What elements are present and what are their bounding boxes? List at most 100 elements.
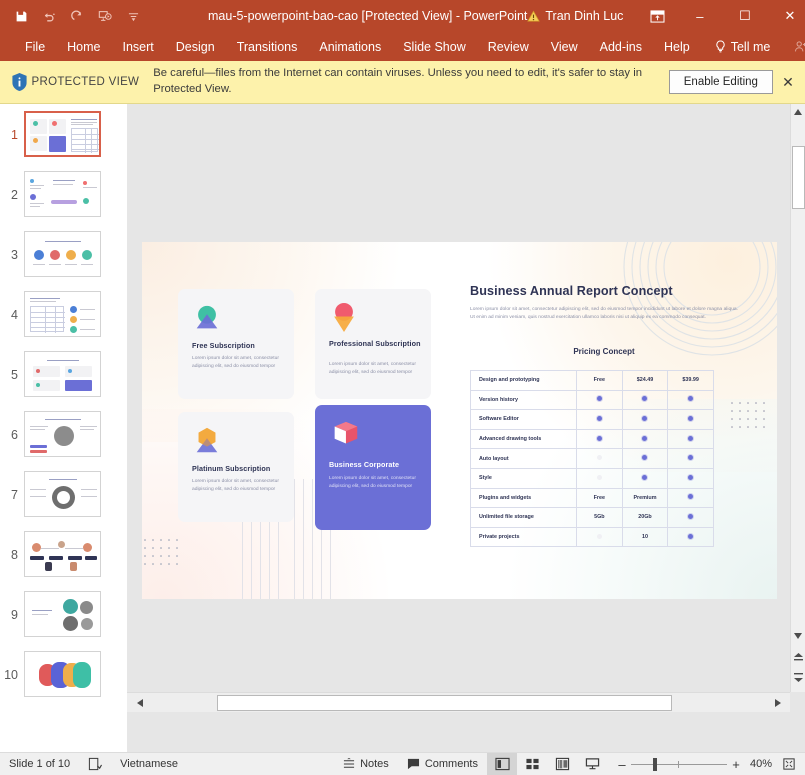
horizontal-scrollbar-thumb[interactable] [217, 695, 672, 711]
thumbnail-slide-4[interactable]: 4 [0, 284, 127, 344]
card-business-corporate[interactable]: Business Corporate Lorem ipsum dolor sit… [315, 405, 431, 530]
tell-me-search[interactable]: Tell me [701, 32, 782, 61]
header-tier-3999: $39.99 [668, 371, 714, 391]
table-row: Style [471, 468, 714, 488]
zoom-slider-handle[interactable] [653, 758, 657, 771]
thumbnail-slide-1[interactable]: 1 [0, 104, 127, 164]
save-button[interactable] [8, 4, 34, 28]
header-tier-2449: $24.49 [622, 371, 668, 391]
check-dot [642, 475, 647, 480]
row-cell: Free [577, 488, 623, 508]
accessibility-check-icon [88, 757, 102, 771]
close-button[interactable]: ✕ [767, 0, 805, 32]
check-dot [642, 396, 647, 401]
card-professional-subscription[interactable]: Professional Subscription Lorem ipsum do… [315, 289, 431, 399]
thumbnail-slide-2[interactable]: 2 [0, 164, 127, 224]
notes-button[interactable]: Notes [334, 753, 398, 775]
quick-access-toolbar [0, 4, 146, 28]
language-button[interactable]: Vietnamese [111, 753, 187, 775]
slideshow-view-button[interactable] [577, 753, 607, 775]
thumbnail-slide-5[interactable]: 5 [0, 344, 127, 404]
thumbnail-image[interactable] [24, 291, 101, 337]
fit-slide-icon [782, 757, 796, 771]
check-dot [688, 455, 693, 460]
thumbnail-image[interactable] [24, 351, 101, 397]
current-slide[interactable]: Free Subscription Lorem ipsum dolor sit … [142, 242, 777, 599]
tab-review[interactable]: Review [477, 32, 540, 61]
tab-help[interactable]: Help [653, 32, 701, 61]
card-platinum-subscription[interactable]: Platinum Subscription Lorem ipsum dolor … [178, 412, 294, 522]
previous-slide-button[interactable] [791, 648, 805, 666]
tab-slide-show[interactable]: Slide Show [392, 32, 477, 61]
scroll-down-button[interactable] [791, 628, 805, 644]
horizontal-scrollbar[interactable] [127, 692, 790, 712]
tab-file[interactable]: File [14, 32, 56, 61]
thumbnail-image[interactable] [24, 231, 101, 277]
protected-view-bar: PROTECTED VIEW Be careful—files from the… [0, 61, 805, 104]
thumbnail-slide-9[interactable]: 9 [0, 584, 127, 644]
tab-transitions[interactable]: Transitions [226, 32, 309, 61]
ribbon-tab-bar: File Home Insert Design Transitions Anim… [0, 32, 805, 61]
thumbnail-slide-3[interactable]: 3 [0, 224, 127, 284]
thumbnail-slide-8[interactable]: 8 [0, 524, 127, 584]
scroll-up-button[interactable] [791, 104, 805, 120]
redo-button[interactable] [64, 4, 90, 28]
thumbnail-slide-6[interactable]: 6 [0, 404, 127, 464]
tab-home[interactable]: Home [56, 32, 111, 61]
reading-view-button[interactable] [547, 753, 577, 775]
normal-view-button[interactable] [487, 753, 517, 775]
tab-design[interactable]: Design [165, 32, 226, 61]
thumbnail-image[interactable] [24, 171, 101, 217]
slide-canvas-area[interactable]: Free Subscription Lorem ipsum dolor sit … [127, 104, 790, 692]
tab-view[interactable]: View [540, 32, 589, 61]
thumbnail-image[interactable] [24, 531, 101, 577]
customize-qat-button[interactable] [120, 4, 146, 28]
thumbnail-image[interactable] [24, 591, 101, 637]
account-name[interactable]: Tran Dinh Luc [527, 9, 637, 23]
protected-view-label: PROTECTED VIEW [32, 76, 150, 88]
row-label: Private projects [471, 527, 577, 547]
decorative-dot-grid-left [144, 539, 184, 573]
header-tier-free: Free [577, 371, 623, 391]
next-slide-button[interactable] [791, 668, 805, 686]
slide-thumbnail-pane[interactable]: 1 [0, 104, 127, 752]
zoom-percentage[interactable]: 40% [745, 758, 779, 770]
thumbnail-slide-7[interactable]: 7 [0, 464, 127, 524]
check-dot-off [597, 475, 602, 480]
share-person-icon [794, 40, 805, 53]
scroll-right-button[interactable] [770, 695, 785, 710]
check-dot [597, 396, 602, 401]
close-protected-view-bar-button[interactable]: ✕ [773, 74, 797, 91]
comments-button[interactable]: Comments [398, 753, 487, 775]
zoom-slider[interactable] [631, 753, 727, 775]
zoom-out-button[interactable]: – [613, 757, 631, 772]
thumbnail-image[interactable] [24, 651, 101, 697]
tab-add-ins[interactable]: Add-ins [589, 32, 653, 61]
enable-editing-button[interactable]: Enable Editing [669, 70, 773, 94]
vertical-scrollbar-thumb[interactable] [792, 146, 805, 209]
slide-sorter-view-button[interactable] [517, 753, 547, 775]
thumbnail-image[interactable] [24, 471, 101, 517]
scroll-left-button[interactable] [132, 695, 147, 710]
pricing-table[interactable]: Design and prototyping Free $24.49 $39.9… [470, 370, 714, 547]
tab-insert[interactable]: Insert [112, 32, 165, 61]
ribbon-display-options-button[interactable] [637, 0, 677, 32]
thumbnail-image[interactable] [24, 411, 101, 457]
card-free-subscription[interactable]: Free Subscription Lorem ipsum dolor sit … [178, 289, 294, 399]
thumbnail-slide-10[interactable]: 10 [0, 644, 127, 704]
accessibility-check-button[interactable] [79, 753, 111, 775]
card-title: Professional Subscription [329, 339, 421, 348]
maximize-button[interactable]: ☐ [722, 0, 767, 32]
table-row: Advanced drawing tools [471, 429, 714, 449]
tab-animations[interactable]: Animations [308, 32, 392, 61]
check-dot [688, 514, 693, 519]
check-dot [642, 455, 647, 460]
table-header-row: Design and prototyping Free $24.49 $39.9… [471, 371, 714, 391]
thumbnail-image[interactable] [24, 111, 101, 157]
undo-button[interactable] [36, 4, 62, 28]
zoom-in-button[interactable]: + [727, 757, 745, 772]
start-slideshow-button[interactable] [92, 4, 118, 28]
minimize-button[interactable]: – [677, 0, 722, 32]
fit-slide-to-window-button[interactable] [779, 757, 805, 771]
vertical-scrollbar[interactable] [790, 104, 805, 692]
